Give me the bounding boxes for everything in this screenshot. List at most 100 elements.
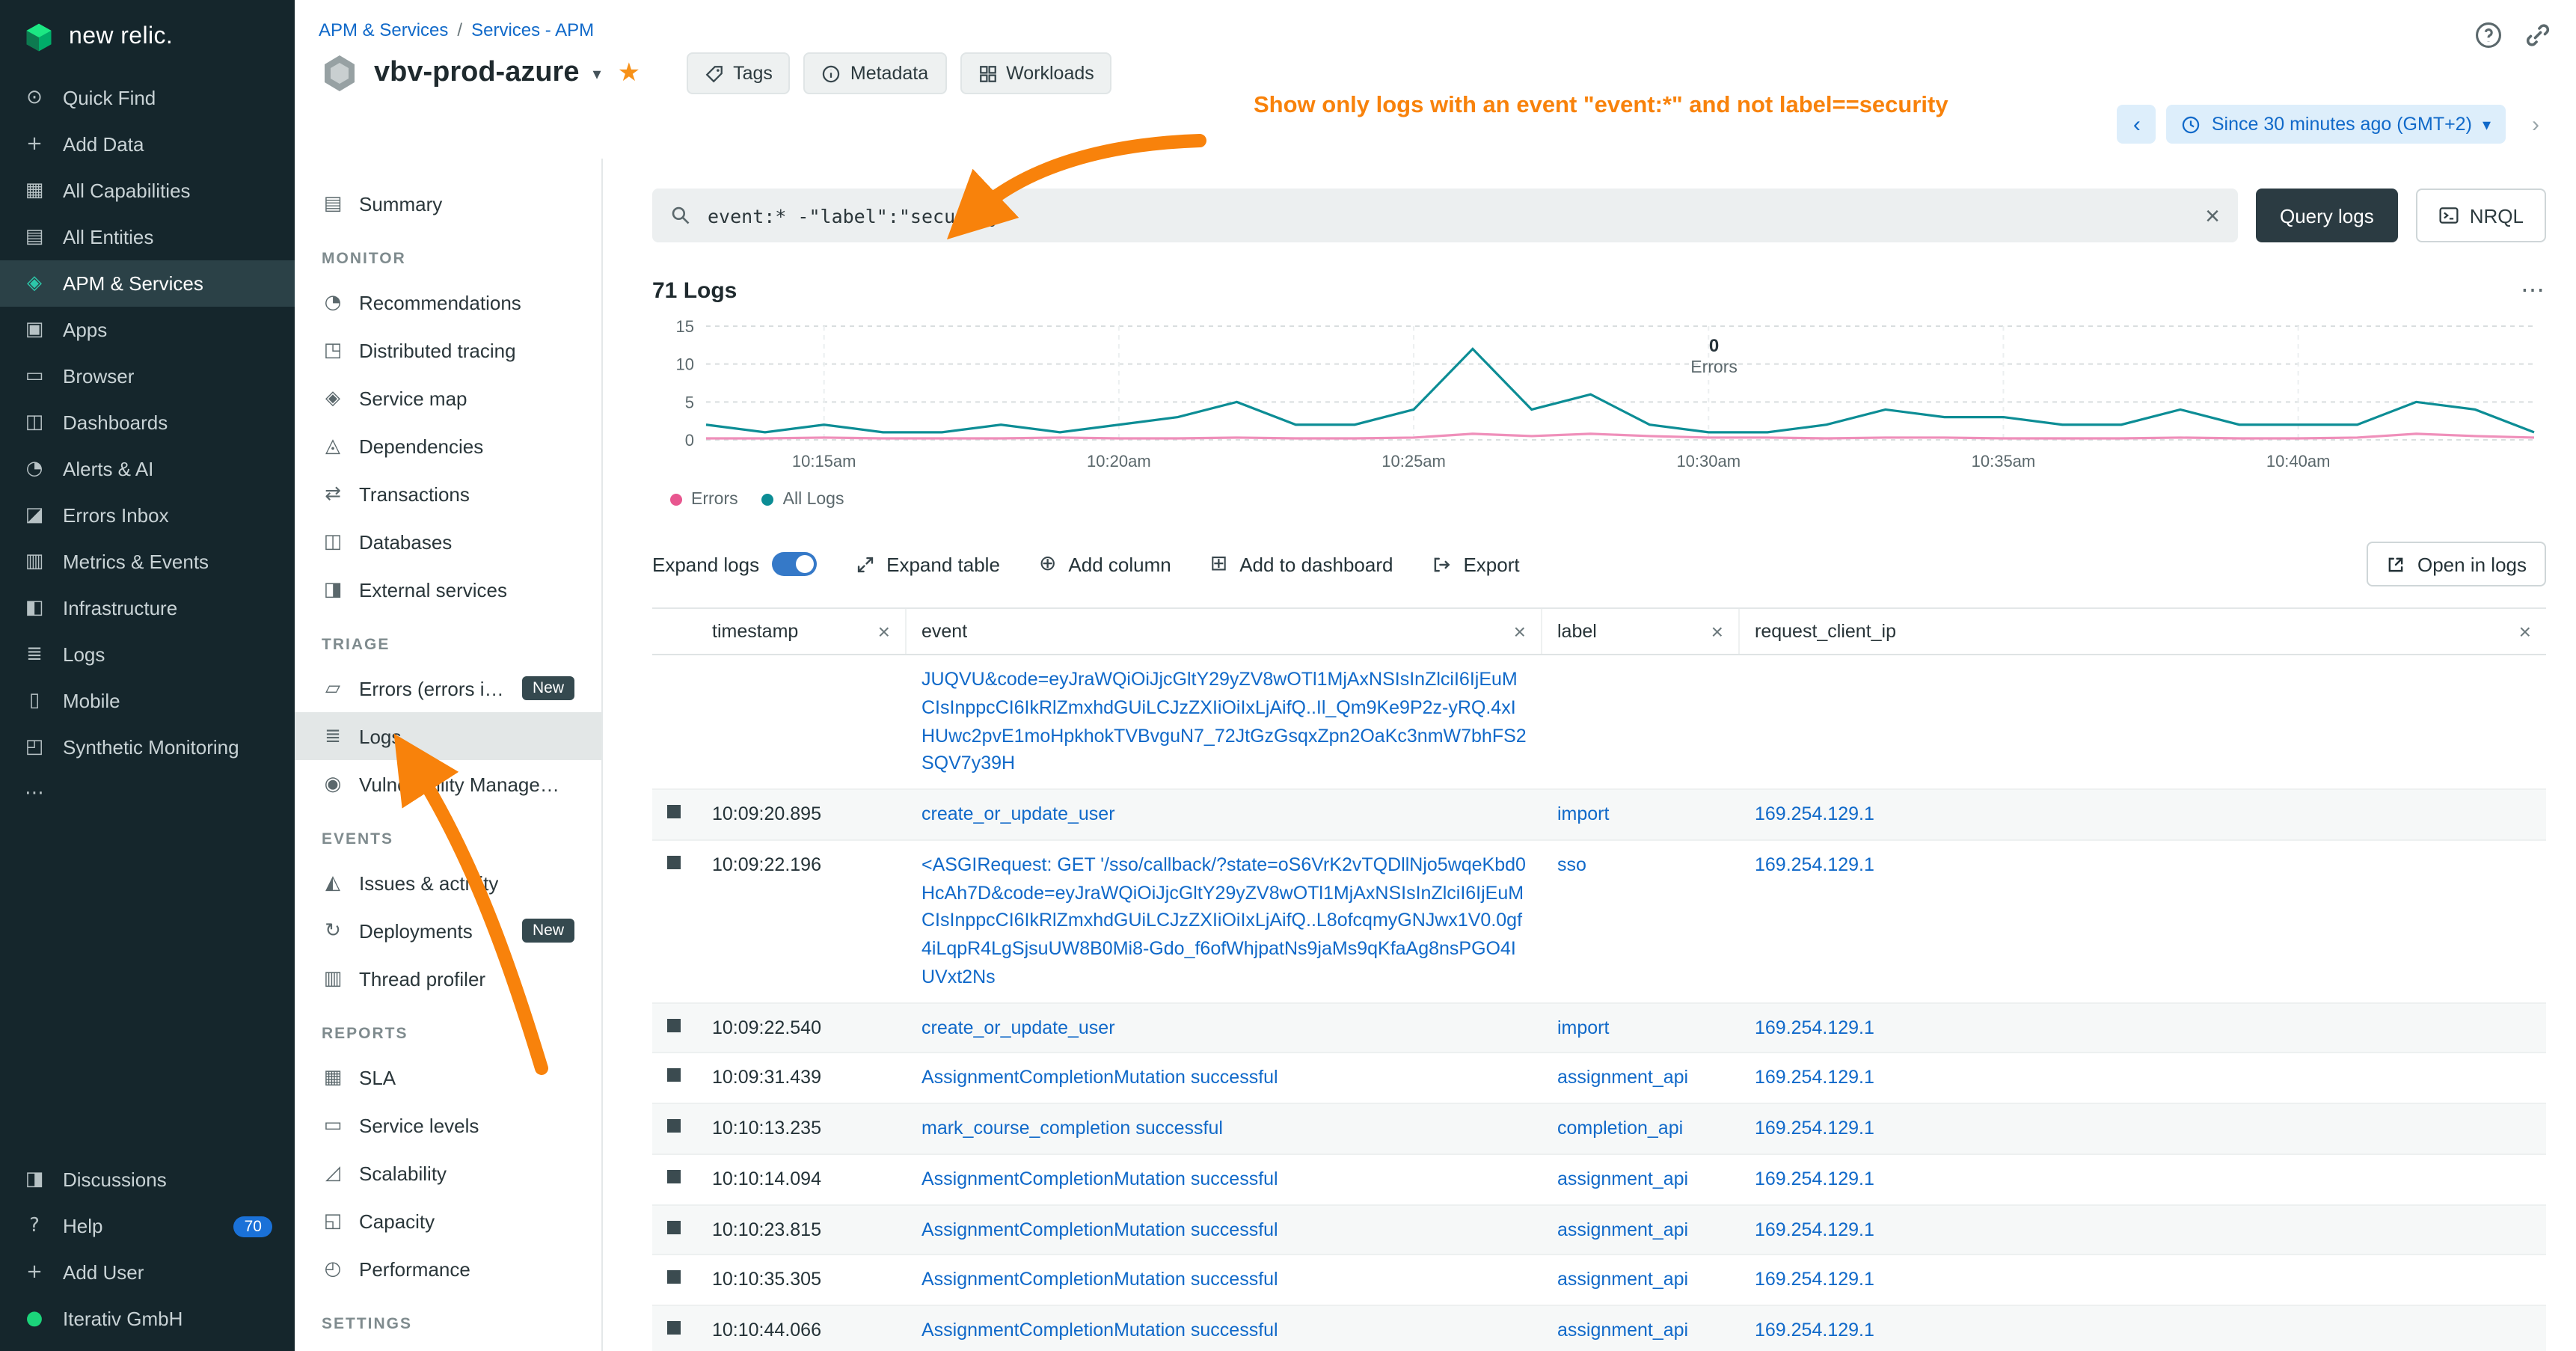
query-logs-button[interactable]: Query logs	[2256, 189, 2398, 242]
breadcrumb-link-apm-services[interactable]: APM & Services	[319, 19, 448, 40]
row-checkbox[interactable]	[667, 1069, 681, 1082]
log-query-bar[interactable]: ×	[652, 189, 2238, 242]
copy-link-icon[interactable]	[2524, 21, 2552, 49]
row-checkbox[interactable]	[667, 805, 681, 818]
subnav-item[interactable]: ◉ Vulnerability Management	[295, 760, 601, 808]
table-column-header[interactable]: request_client_ip ×	[1740, 609, 2546, 654]
table-row[interactable]: 10:09:22.540 create_or_update_user impor…	[652, 1003, 2546, 1054]
event-link[interactable]: AssignmentCompletionMutation successful	[921, 1219, 1278, 1240]
sidebar-item[interactable]: ⋯	[0, 771, 295, 817]
sidebar-footer-item[interactable]: + Add User	[0, 1249, 295, 1296]
sidebar-item[interactable]: ⊙ Quick Find	[0, 75, 295, 121]
breadcrumb-link-services-apm[interactable]: Services - APM	[471, 19, 594, 40]
subnav-item[interactable]: ▤ Summary	[295, 180, 601, 227]
label-link[interactable]: sso	[1557, 854, 1586, 875]
event-link[interactable]: JUQVU&code=eyJraWQiOiJjcGltY29yZV8wOTl1M…	[921, 669, 1527, 774]
subnav-item[interactable]: ≣ Logs	[295, 712, 601, 760]
time-forward-button[interactable]: ›	[2516, 105, 2555, 144]
row-checkbox[interactable]	[667, 1321, 681, 1335]
event-link[interactable]: mark_course_completion successful	[921, 1118, 1223, 1139]
sidebar-item[interactable]: ◪ Errors Inbox	[0, 492, 295, 539]
sidebar-item[interactable]: + Add Data	[0, 121, 295, 168]
label-link[interactable]: assignment_api	[1557, 1269, 1688, 1290]
event-link[interactable]: create_or_update_user	[921, 1017, 1115, 1038]
table-row[interactable]: 10:10:23.815 AssignmentCompletionMutatio…	[652, 1205, 2546, 1256]
remove-column-icon[interactable]: ×	[878, 621, 890, 642]
table-row[interactable]: 10:10:44.066 AssignmentCompletionMutatio…	[652, 1306, 2546, 1351]
table-column-header[interactable]: timestamp ×	[697, 609, 907, 654]
sidebar-item[interactable]: ◔ Alerts & AI	[0, 446, 295, 492]
nrql-button[interactable]: NRQL	[2416, 189, 2546, 242]
row-checkbox[interactable]	[667, 1119, 681, 1133]
table-row[interactable]: 10:09:20.895 create_or_update_user impor…	[652, 790, 2546, 841]
sidebar-item[interactable]: ▤ All Entities	[0, 214, 295, 260]
subnav-item[interactable]: ▥ Thread profiler	[295, 955, 601, 1002]
workloads-button[interactable]: Workloads	[960, 52, 1112, 94]
add-column-button[interactable]: ⊕ Add column	[1039, 552, 1171, 576]
export-button[interactable]: Export	[1432, 553, 1519, 575]
sidebar-item[interactable]: ◧ Infrastructure	[0, 585, 295, 631]
sidebar-footer-item[interactable]: ◨ Discussions	[0, 1157, 295, 1203]
time-range-button[interactable]: Since 30 minutes ago (GMT+2) ▾	[2167, 105, 2506, 144]
add-to-dashboard-button[interactable]: ⊞ Add to dashboard	[1210, 552, 1393, 576]
event-link[interactable]: AssignmentCompletionMutation successful	[921, 1067, 1278, 1088]
favorite-star-icon[interactable]: ★	[618, 58, 641, 88]
label-link[interactable]: assignment_api	[1557, 1067, 1688, 1088]
sidebar-item[interactable]: ▣ Apps	[0, 307, 295, 353]
row-checkbox[interactable]	[667, 1271, 681, 1284]
new-relic-logo[interactable]: new relic.	[0, 0, 295, 75]
event-link[interactable]: AssignmentCompletionMutation successful	[921, 1320, 1278, 1341]
ip-link[interactable]: 169.254.129.1	[1755, 1269, 1874, 1290]
table-row[interactable]: 10:10:13.235 mark_course_completion succ…	[652, 1104, 2546, 1155]
label-link[interactable]: assignment_api	[1557, 1168, 1688, 1189]
expand-table-button[interactable]: Expand table	[855, 553, 1000, 575]
tags-button[interactable]: Tags	[687, 52, 791, 94]
legend-item[interactable]: Errors	[670, 491, 738, 509]
sidebar-item[interactable]: ▯ Mobile	[0, 678, 295, 724]
table-column-header[interactable]: event ×	[907, 609, 1542, 654]
subnav-item[interactable]: ◱ Capacity	[295, 1197, 601, 1245]
table-column-header[interactable]: label ×	[1542, 609, 1740, 654]
metadata-button[interactable]: Metadata	[804, 52, 946, 94]
label-link[interactable]: import	[1557, 1017, 1609, 1038]
subnav-item[interactable]: ◬ Dependencies	[295, 422, 601, 470]
sidebar-item[interactable]: ◰ Synthetic Monitoring	[0, 724, 295, 771]
sidebar-item[interactable]: ▦ All Capabilities	[0, 168, 295, 214]
ip-link[interactable]: 169.254.129.1	[1755, 854, 1874, 875]
legend-item[interactable]: All Logs	[762, 491, 844, 509]
remove-column-icon[interactable]: ×	[1711, 621, 1723, 642]
subnav-item[interactable]: ⇄ Transactions	[295, 470, 601, 518]
subnav-item[interactable]: ◭ Issues & activity	[295, 859, 601, 907]
label-link[interactable]: assignment_api	[1557, 1219, 1688, 1240]
more-options-icon[interactable]: ⋯	[2521, 275, 2546, 305]
table-row[interactable]: 10:10:35.305 AssignmentCompletionMutatio…	[652, 1256, 2546, 1307]
event-link[interactable]: <ASGIRequest: GET '/sso/callback/?state=…	[921, 854, 1526, 987]
ip-link[interactable]: 169.254.129.1	[1755, 1219, 1874, 1240]
sidebar-footer-item[interactable]: ? Help 70	[0, 1203, 295, 1249]
event-link[interactable]: create_or_update_user	[921, 803, 1115, 824]
ip-link[interactable]: 169.254.129.1	[1755, 1320, 1874, 1341]
time-back-button[interactable]: ‹	[2117, 105, 2156, 144]
subnav-item[interactable]: ◴ Performance	[295, 1245, 601, 1293]
subnav-item[interactable]: ◈ Service map	[295, 374, 601, 422]
subnav-item[interactable]: ◳ Distributed tracing	[295, 326, 601, 374]
sidebar-item[interactable]: ◫ Dashboards	[0, 399, 295, 446]
subnav-item[interactable]: ◨ External services	[295, 566, 601, 613]
table-row[interactable]: 10:09:31.439 AssignmentCompletionMutatio…	[652, 1054, 2546, 1105]
table-row[interactable]: JUQVU&code=eyJraWQiOiJjcGltY29yZV8wOTl1M…	[652, 655, 2546, 790]
remove-column-icon[interactable]: ×	[2519, 621, 2531, 642]
row-checkbox[interactable]	[667, 1220, 681, 1234]
help-icon[interactable]	[2474, 21, 2503, 49]
subnav-item[interactable]: ▱ Errors (errors inb... New	[295, 664, 601, 712]
ip-link[interactable]: 169.254.129.1	[1755, 803, 1874, 824]
subnav-item[interactable]: ◿ Scalability	[295, 1149, 601, 1197]
remove-column-icon[interactable]: ×	[1514, 621, 1526, 642]
sidebar-item[interactable]: ▥ Metrics & Events	[0, 539, 295, 585]
sidebar-item[interactable]: ◈ APM & Services	[0, 260, 295, 307]
table-row[interactable]: 10:10:14.094 AssignmentCompletionMutatio…	[652, 1155, 2546, 1206]
sidebar-footer-item[interactable]: ● Iterativ GmbH	[0, 1296, 295, 1342]
expand-logs-toggle[interactable]: Expand logs	[652, 552, 816, 576]
ip-link[interactable]: 169.254.129.1	[1755, 1017, 1874, 1038]
subnav-item[interactable]: ▦ SLA	[295, 1053, 601, 1101]
chevron-down-icon[interactable]: ▾	[593, 64, 601, 83]
